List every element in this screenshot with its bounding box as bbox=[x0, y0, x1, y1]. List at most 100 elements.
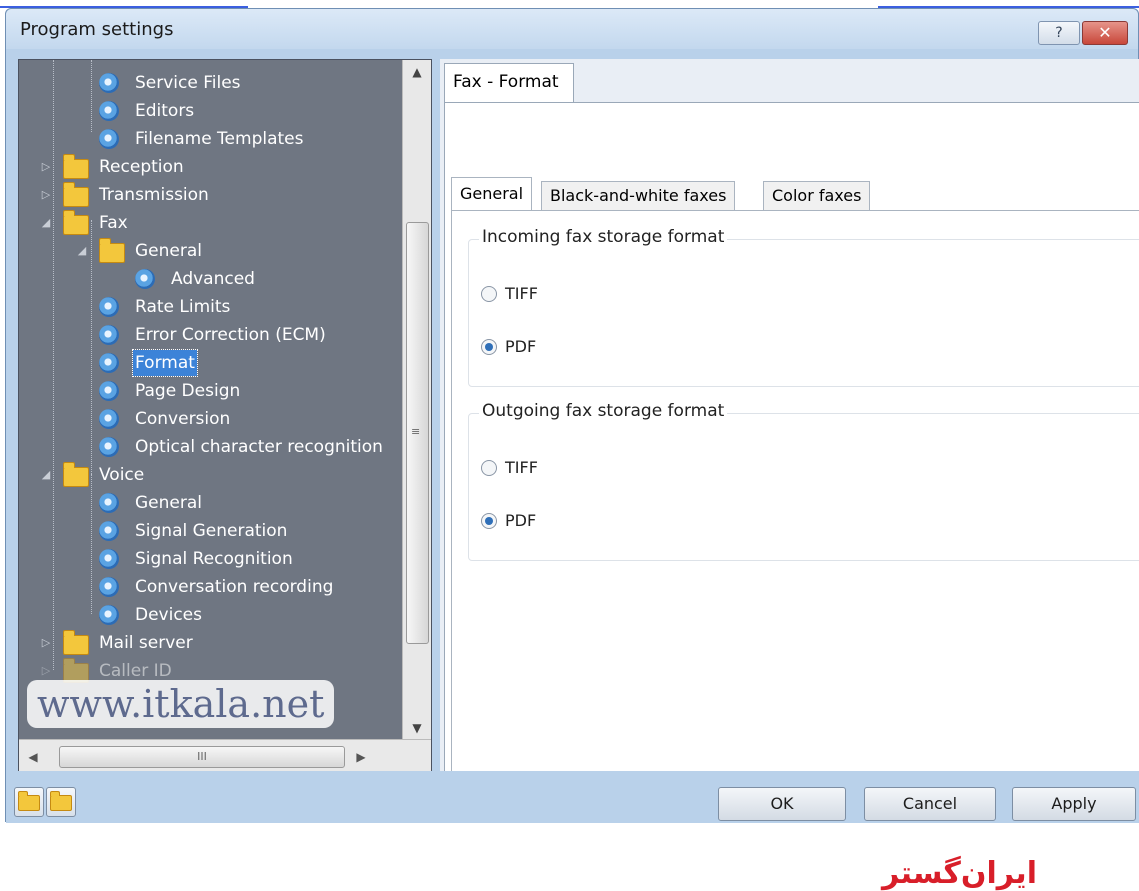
tab-color-faxes[interactable]: Color faxes bbox=[763, 181, 871, 211]
tree-guide-line bbox=[91, 60, 92, 132]
radio-selected-icon bbox=[481, 338, 497, 355]
incoming-format-group: Incoming fax storage format TIFF PDF bbox=[468, 227, 1139, 387]
tree-item-label: Reception bbox=[99, 157, 184, 177]
cancel-button[interactable]: Cancel bbox=[864, 787, 996, 821]
tree-item-label: Mail server bbox=[99, 633, 193, 653]
scroll-thumb[interactable]: ≡ bbox=[406, 222, 429, 644]
tree-item-label: Editors bbox=[135, 101, 195, 121]
watermark-text: www.itkala.net bbox=[27, 680, 335, 728]
folder-icon bbox=[63, 154, 89, 179]
gear-icon bbox=[99, 353, 119, 373]
radio-label: PDF bbox=[505, 337, 537, 356]
tree-item-label: Signal Recognition bbox=[135, 549, 293, 569]
title-bar: Program settings ? ✕ bbox=[6, 9, 1138, 49]
brand-logo: ایران‌گستر bbox=[882, 856, 1037, 891]
folder-icon bbox=[50, 791, 72, 811]
settings-tree[interactable]: Service Files Editors Filename Templates… bbox=[18, 59, 432, 775]
tree-item-label: Signal Generation bbox=[135, 521, 288, 541]
top-link-left[interactable] bbox=[0, 0, 248, 8]
incoming-group-title: Incoming fax storage format bbox=[479, 227, 728, 247]
folder-icon bbox=[18, 791, 40, 811]
incoming-pdf-radio[interactable]: PDF bbox=[481, 335, 536, 359]
tree-item-label: Service Files bbox=[135, 73, 241, 93]
gear-icon bbox=[99, 325, 119, 345]
folder-icon bbox=[63, 462, 89, 487]
radio-selected-icon bbox=[481, 512, 497, 529]
close-icon: ✕ bbox=[1098, 23, 1112, 42]
collapse-icon[interactable]: ◢ bbox=[39, 210, 53, 236]
hscroll-thumb[interactable]: III bbox=[59, 746, 345, 768]
gear-icon bbox=[99, 493, 119, 513]
top-link-right[interactable] bbox=[878, 0, 1139, 8]
tree-item-label: Filename Templates bbox=[135, 129, 304, 149]
fax-format-page: General Black-and-white faxes Color faxe… bbox=[444, 102, 1139, 891]
radio-label: TIFF bbox=[505, 458, 538, 477]
tree-item-label: Conversation recording bbox=[135, 577, 334, 597]
save-folder-button[interactable] bbox=[46, 787, 76, 817]
tree-item-label: General bbox=[135, 241, 202, 261]
collapse-icon[interactable]: ◢ bbox=[39, 462, 53, 488]
gear-icon bbox=[99, 297, 119, 317]
tab-general[interactable]: General bbox=[451, 177, 533, 213]
scroll-left-icon[interactable]: ◀ bbox=[23, 740, 43, 774]
gear-icon bbox=[99, 521, 119, 541]
tree-item-label: Transmission bbox=[99, 185, 209, 205]
radio-label: PDF bbox=[505, 511, 537, 530]
tree-item-label: Fax bbox=[99, 213, 128, 233]
gear-icon bbox=[135, 269, 155, 289]
tree-item-label: Conversion bbox=[135, 409, 231, 429]
folder-icon bbox=[63, 182, 89, 207]
radio-icon bbox=[481, 459, 497, 476]
outgoing-pdf-radio[interactable]: PDF bbox=[481, 509, 536, 533]
tree-horizontal-scrollbar[interactable]: ◀ III ▶ bbox=[19, 739, 431, 774]
tree-guide-line bbox=[53, 60, 54, 670]
expand-icon[interactable]: ▷ bbox=[39, 630, 53, 656]
tree-item-label: General bbox=[135, 493, 202, 513]
close-button[interactable]: ✕ bbox=[1082, 21, 1128, 45]
gear-icon bbox=[99, 101, 119, 121]
outgoing-group-title: Outgoing fax storage format bbox=[479, 401, 728, 421]
tree-guide-line bbox=[91, 474, 92, 614]
tree-item-label: Devices bbox=[135, 605, 202, 625]
help-button[interactable]: ? bbox=[1038, 21, 1080, 45]
tree-item-label: Optical character recognition bbox=[135, 437, 383, 457]
apply-button[interactable]: Apply bbox=[1012, 787, 1136, 821]
tab-black-and-white-faxes[interactable]: Black-and-white faxes bbox=[541, 181, 736, 211]
scroll-up-icon[interactable]: ▲ bbox=[403, 60, 431, 84]
tree-vertical-scrollbar[interactable]: ▲ ≡ ▼ bbox=[402, 60, 431, 740]
folder-icon bbox=[63, 210, 89, 235]
general-tab-page: Incoming fax storage format TIFF PDF Out… bbox=[451, 210, 1139, 891]
radio-label: TIFF bbox=[505, 284, 538, 303]
folder-icon bbox=[63, 630, 89, 655]
scroll-down-icon[interactable]: ▼ bbox=[403, 716, 431, 740]
gear-icon bbox=[99, 409, 119, 429]
scroll-right-icon[interactable]: ▶ bbox=[351, 740, 371, 774]
tree-item-label: Page Design bbox=[135, 381, 241, 401]
expand-icon[interactable]: ▷ bbox=[39, 182, 53, 208]
settings-panel: Fax - Format General Black-and-white fax… bbox=[440, 59, 1139, 891]
gear-icon bbox=[99, 549, 119, 569]
tree-item-label: Voice bbox=[99, 465, 145, 485]
folder-icon bbox=[99, 238, 125, 263]
gear-icon bbox=[99, 605, 119, 625]
window-title: Program settings bbox=[20, 19, 174, 40]
program-settings-window: Program settings ? ✕ Service Files Edito… bbox=[5, 8, 1139, 891]
grip-icon: ≡ bbox=[411, 425, 421, 438]
tree-item-label: Advanced bbox=[171, 269, 255, 289]
incoming-tiff-radio[interactable]: TIFF bbox=[481, 282, 538, 306]
tree-item-label-selected: Format bbox=[132, 349, 198, 377]
collapse-icon[interactable]: ◢ bbox=[75, 238, 89, 264]
help-icon: ? bbox=[1055, 25, 1063, 41]
open-folder-button[interactable] bbox=[14, 787, 44, 817]
ok-button[interactable]: OK bbox=[718, 787, 846, 821]
tab-fax-format[interactable]: Fax - Format bbox=[444, 63, 574, 103]
tree-guide-line bbox=[91, 220, 92, 510]
outgoing-tiff-radio[interactable]: TIFF bbox=[481, 456, 538, 480]
radio-icon bbox=[481, 285, 497, 302]
outgoing-format-group: Outgoing fax storage format TIFF PDF bbox=[468, 401, 1139, 561]
tree-item-label: Rate Limits bbox=[135, 297, 231, 317]
gear-icon bbox=[99, 437, 119, 457]
gear-icon bbox=[99, 381, 119, 401]
expand-icon[interactable]: ▷ bbox=[39, 154, 53, 180]
gear-icon bbox=[99, 577, 119, 597]
